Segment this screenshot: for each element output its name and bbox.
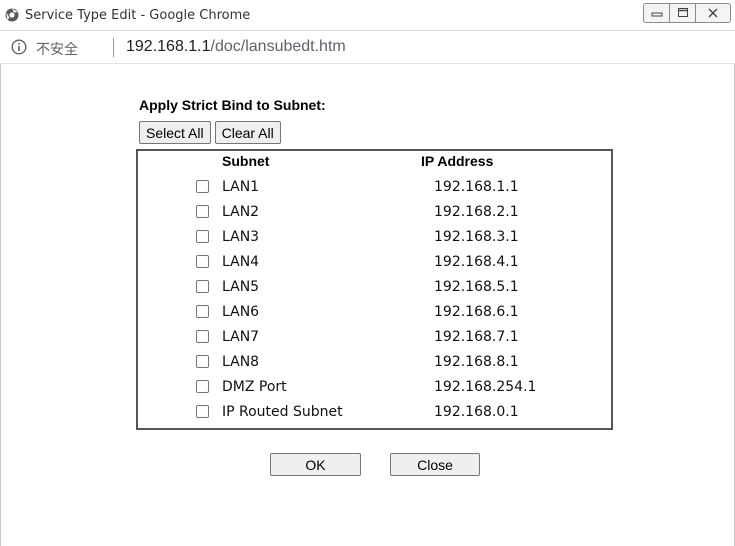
close-button[interactable]: Close bbox=[390, 453, 480, 476]
subnet-ip: 192.168.254.1 bbox=[434, 379, 537, 395]
close-window-button[interactable] bbox=[695, 3, 731, 23]
table-row: LAN6 192.168.6.1 bbox=[138, 300, 611, 325]
subnet-checkbox[interactable] bbox=[196, 380, 209, 393]
window-titlebar: Service Type Edit - Google Chrome bbox=[0, 0, 735, 31]
subnet-table: Subnet IP Address LAN1 192.168.1.1 LAN2 … bbox=[136, 149, 613, 430]
window-title: Service Type Edit - Google Chrome bbox=[25, 8, 251, 23]
subnet-name: LAN6 bbox=[222, 304, 260, 320]
subnet-name: DMZ Port bbox=[222, 379, 287, 395]
subnet-ip: 192.168.4.1 bbox=[434, 254, 519, 270]
table-row: LAN4 192.168.4.1 bbox=[138, 250, 611, 275]
subnet-name: LAN5 bbox=[222, 279, 260, 295]
maximize-button[interactable] bbox=[669, 3, 696, 23]
subnet-checkbox[interactable] bbox=[196, 180, 209, 193]
subnet-ip: 192.168.5.1 bbox=[434, 279, 519, 295]
window-controls bbox=[643, 3, 731, 23]
subnet-name: LAN2 bbox=[222, 204, 260, 220]
subnet-checkbox[interactable] bbox=[196, 355, 209, 368]
subnet-ip: 192.168.8.1 bbox=[434, 354, 519, 370]
subnet-ip: 192.168.0.1 bbox=[434, 404, 519, 420]
clear-all-button[interactable]: Clear All bbox=[214, 121, 281, 144]
subnet-name: LAN3 bbox=[222, 229, 260, 245]
subnet-ip: 192.168.6.1 bbox=[434, 304, 519, 320]
column-header-ip: IP Address bbox=[421, 153, 494, 169]
table-row: LAN1 192.168.1.1 bbox=[138, 175, 611, 200]
address-separator bbox=[113, 38, 114, 57]
subnet-name: LAN1 bbox=[222, 179, 260, 195]
subnet-checkbox[interactable] bbox=[196, 255, 209, 268]
selection-buttons: Select All Clear All bbox=[139, 121, 281, 144]
subnet-checkbox[interactable] bbox=[196, 205, 209, 218]
subnet-ip: 192.168.7.1 bbox=[434, 329, 519, 345]
form-heading: Apply Strict Bind to Subnet: bbox=[139, 97, 326, 113]
subnet-checkbox[interactable] bbox=[196, 405, 209, 418]
table-row: IP Routed Subnet 192.168.0.1 bbox=[138, 400, 611, 425]
subnet-checkbox[interactable] bbox=[196, 230, 209, 243]
table-row: LAN5 192.168.5.1 bbox=[138, 275, 611, 300]
table-row: LAN2 192.168.2.1 bbox=[138, 200, 611, 225]
select-all-button[interactable]: Select All bbox=[139, 121, 211, 144]
url-host: 192.168.1.1 bbox=[126, 38, 211, 55]
security-label[interactable]: 不安全 bbox=[36, 39, 78, 59]
url-text[interactable]: 192.168.1.1/doc/lansubedt.htm bbox=[126, 38, 346, 56]
page-content: Apply Strict Bind to Subnet: Select All … bbox=[0, 64, 735, 546]
minimize-button[interactable] bbox=[643, 3, 670, 23]
subnet-name: LAN7 bbox=[222, 329, 260, 345]
chrome-app-icon bbox=[5, 8, 19, 22]
subnet-name: IP Routed Subnet bbox=[222, 404, 343, 420]
url-path: /doc/lansubedt.htm bbox=[210, 38, 346, 55]
maximize-icon bbox=[677, 8, 688, 17]
column-header-subnet: Subnet bbox=[222, 153, 270, 169]
subnet-ip: 192.168.1.1 bbox=[434, 179, 519, 195]
subnet-ip: 192.168.3.1 bbox=[434, 229, 519, 245]
info-icon[interactable] bbox=[11, 39, 27, 55]
minimize-icon bbox=[651, 12, 662, 17]
subnet-name: LAN4 bbox=[222, 254, 260, 270]
close-icon bbox=[708, 8, 718, 18]
table-row: LAN7 192.168.7.1 bbox=[138, 325, 611, 350]
subnet-checkbox[interactable] bbox=[196, 305, 209, 318]
subnet-checkbox[interactable] bbox=[196, 280, 209, 293]
subnet-checkbox[interactable] bbox=[196, 330, 209, 343]
address-bar[interactable]: 不安全 192.168.1.1/doc/lansubedt.htm bbox=[0, 31, 735, 64]
table-row: DMZ Port 192.168.254.1 bbox=[138, 375, 611, 400]
subnet-name: LAN8 bbox=[222, 354, 260, 370]
subnet-ip: 192.168.2.1 bbox=[434, 204, 519, 220]
table-row: LAN8 192.168.8.1 bbox=[138, 350, 611, 375]
ok-button[interactable]: OK bbox=[270, 453, 361, 476]
table-row: LAN3 192.168.3.1 bbox=[138, 225, 611, 250]
